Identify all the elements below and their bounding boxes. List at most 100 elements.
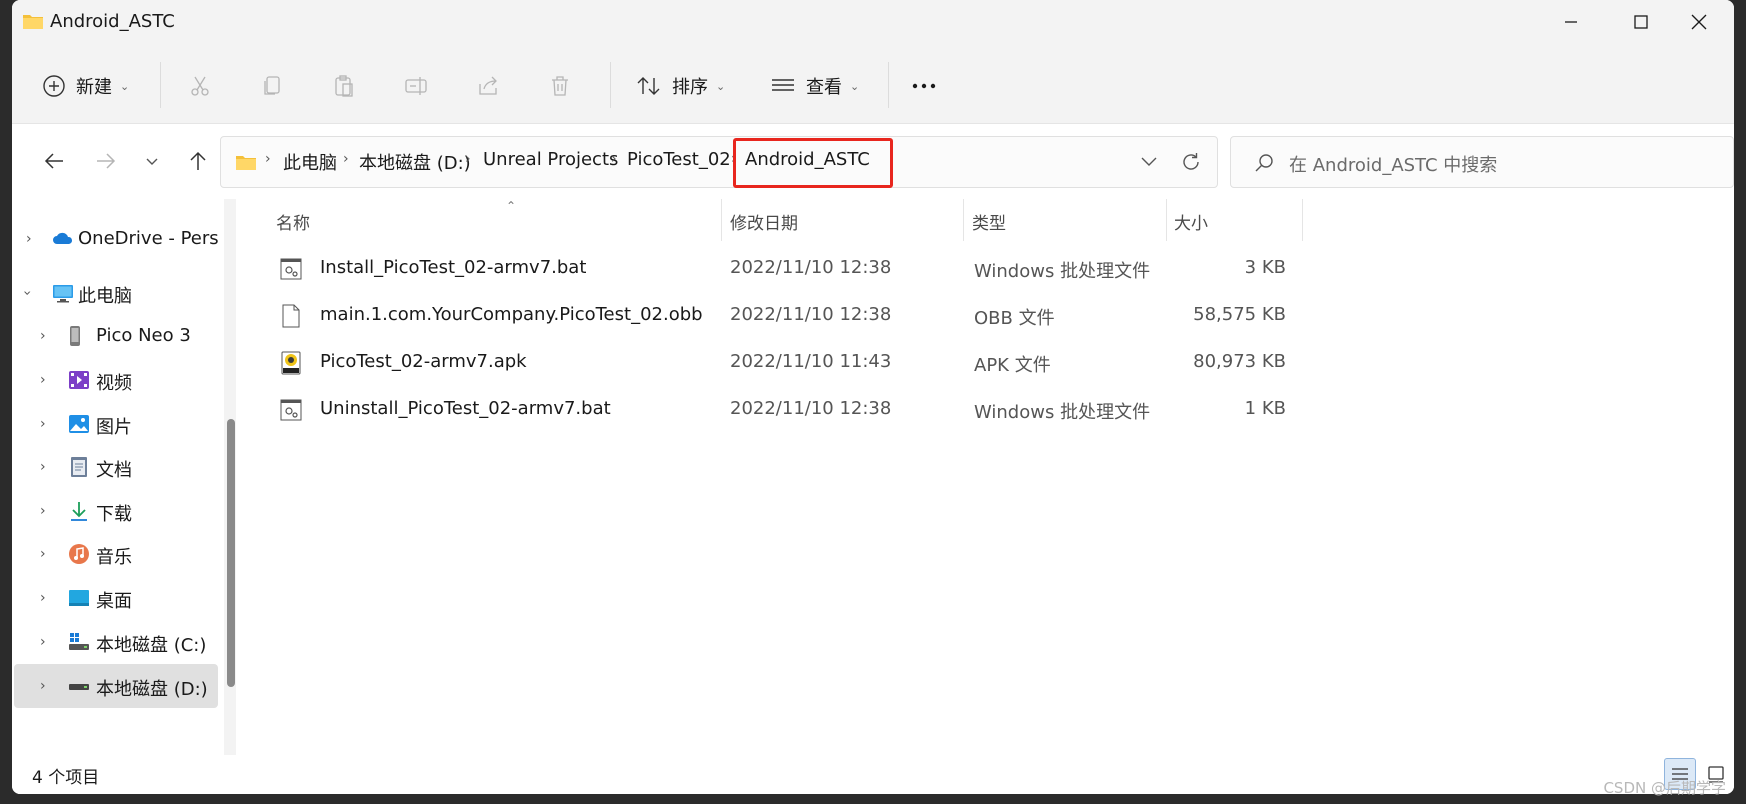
column-header-label: 修改日期 [730,214,798,234]
delete-button[interactable] [548,66,572,106]
new-label: 新建 [76,77,112,98]
file-date: 2022/11/10 12:38 [730,304,892,325]
file-size: 3 KB [1244,257,1286,278]
sidebar-item-pico-neo-3[interactable]: › Pico Neo 3 [12,314,218,358]
file-type: Windows 批处理文件 [974,261,1151,282]
watermark: CSDN @后期学字 [1603,779,1726,797]
arrow-right-icon [97,153,116,169]
sidebar-item-drive-c[interactable]: › 本地磁盘 (C:) [12,620,218,664]
breadcrumb-separator: › [465,151,471,167]
sidebar-item-desktop[interactable]: › 桌面 [12,576,218,620]
breadcrumb-picotest[interactable]: PicoTest_02 [627,149,731,170]
sidebar-item-label: 图片 [96,417,132,438]
breadcrumb-separator: › [611,151,617,167]
maximize-icon [1634,15,1648,29]
file-name: main.1.com.YourCompany.PicoTest_02.obb [320,304,703,325]
sidebar-item-label: 音乐 [96,547,132,568]
chevron-right-icon: › [40,416,46,432]
file-size: 58,575 KB [1193,304,1286,325]
paste-button[interactable] [332,66,356,106]
sidebar-item-pictures[interactable]: › 图片 [12,402,218,446]
file-date: 2022/11/10 11:43 [730,351,892,372]
chevron-right-icon: › [40,546,46,562]
breadcrumb-drive-d[interactable]: 本地磁盘 (D:) [359,149,471,175]
sidebar-item-drive-d[interactable]: › 本地磁盘 (D:) [14,664,218,708]
music-icon [69,544,89,564]
breadcrumb-this-pc[interactable]: 此电脑 [283,149,337,175]
sidebar-item-videos[interactable]: › 视频 [12,358,218,402]
minimize-button[interactable] [1536,0,1606,44]
more-options-button[interactable] [910,66,938,106]
plus-circle-icon [43,75,65,97]
file-type: APK 文件 [974,355,1051,376]
chevron-right-icon: › [40,503,46,519]
apk-file-icon [281,351,301,375]
pictures-icon [69,415,89,433]
sort-label: 排序 [672,77,708,98]
view-list-icon [772,79,794,91]
scissors-icon [191,76,209,96]
sidebar-item-label: Pico Neo 3 [96,325,191,346]
column-header-label: 名称 [276,214,310,234]
close-button[interactable] [1664,0,1734,44]
sort-button[interactable]: 排序 ⌄ [636,66,725,106]
file-size: 80,973 KB [1193,351,1286,372]
sidebar-item-downloads[interactable]: › 下载 [12,489,218,533]
chevron-right-icon: › [40,678,46,694]
view-button[interactable]: 查看 ⌄ [770,66,859,106]
address-bar[interactable]: › 此电脑 › 本地磁盘 (D:) › Unreal Projects › Pi… [220,136,1218,188]
rename-button[interactable] [404,66,430,106]
view-label: 查看 [806,77,842,98]
title-bar: Android_ASTC [12,0,1734,44]
file-row[interactable]: Uninstall_PicoTest_02-armv7.bat 2022/11/… [240,386,1310,433]
share-button[interactable] [476,66,500,106]
file-type: OBB 文件 [974,308,1055,329]
navigation-pane: › OneDrive - Pers › 此电脑 › Pico Neo 3 › 视… [12,199,236,755]
breadcrumb-unreal-projects[interactable]: Unreal Projects [483,149,618,170]
clipboard-icon [335,75,353,97]
sidebar-item-label: 文档 [96,460,132,481]
sidebar-item-documents[interactable]: › 文档 [12,445,218,489]
toolbar-divider [160,62,161,108]
chevron-right-icon: › [40,372,46,388]
chevron-right-icon: › [40,328,46,344]
sort-icon [637,77,660,95]
up-button[interactable] [178,141,218,181]
column-header-name[interactable]: 名称 [268,199,678,241]
close-icon [1691,14,1707,30]
forward-button[interactable] [86,141,126,181]
breadcrumb-separator: › [343,151,349,167]
back-button[interactable] [34,141,74,181]
sidebar-item-this-pc[interactable]: › 此电脑 [12,271,218,315]
chevron-right-icon: › [40,590,46,606]
column-header-size[interactable]: 大小 [1166,199,1296,241]
column-header-date[interactable]: 修改日期 [722,199,942,241]
cut-button[interactable] [188,66,212,106]
breadcrumb-separator: › [265,151,271,167]
file-row[interactable]: Install_PicoTest_02-armv7.bat 2022/11/10… [240,245,1310,292]
column-divider[interactable] [1302,199,1303,241]
recent-locations-button[interactable] [132,141,172,181]
chevron-down-icon: ⌄ [120,79,130,93]
sidebar-item-label: 本地磁盘 (C:) [96,635,207,656]
chevron-right-icon: › [40,634,46,650]
file-type: Windows 批处理文件 [974,402,1151,423]
drive-d-icon [69,684,89,690]
cloud-icon [53,232,73,244]
sidebar-item-onedrive[interactable]: › OneDrive - Pers [12,217,219,261]
column-header-type[interactable]: 类型 [964,199,1164,241]
new-button[interactable]: 新建 ⌄ [42,66,129,106]
sidebar-scrollbar-thumb[interactable] [227,419,235,687]
address-history-dropdown[interactable] [1139,151,1159,171]
copy-button[interactable] [260,66,284,106]
refresh-icon[interactable] [1179,150,1203,174]
search-placeholder: 在 Android_ASTC 中搜索 [1289,155,1498,176]
sidebar-item-music[interactable]: › 音乐 [12,532,218,576]
file-row[interactable]: PicoTest_02-armv7.apk 2022/11/10 11:43 A… [240,339,1310,386]
file-date: 2022/11/10 12:38 [730,398,892,419]
column-header-label: 大小 [1174,214,1208,234]
navigation-bar: › 此电脑 › 本地磁盘 (D:) › Unreal Projects › Pi… [12,125,1734,199]
search-box[interactable]: 在 Android_ASTC 中搜索 [1230,136,1734,188]
file-row[interactable]: main.1.com.YourCompany.PicoTest_02.obb 2… [240,292,1310,339]
column-header-label: 类型 [972,214,1006,234]
